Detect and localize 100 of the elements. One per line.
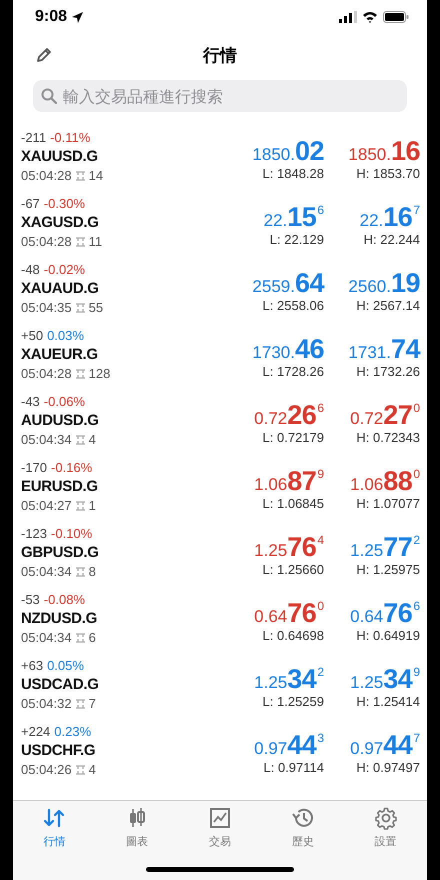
low-price: L: 1.25660 <box>262 562 324 577</box>
quote-time: 05:04:32 <box>21 696 72 711</box>
low-price: L: 22.129 <box>270 232 324 247</box>
change-percent: -0.08% <box>44 592 85 607</box>
spread-icon <box>74 698 86 710</box>
high-price: H: 2567.14 <box>356 298 420 313</box>
symbol-name: XAUAUD.G <box>21 280 100 297</box>
spread-value: 11 <box>88 234 102 249</box>
change-percent: -0.16% <box>51 460 92 475</box>
change-points: +63 <box>21 658 44 673</box>
low-price: L: 0.97114 <box>264 760 324 775</box>
price: 1730.46 <box>252 333 324 362</box>
price: 2559.64 <box>252 267 324 296</box>
tab[interactable]: 圖表 <box>96 807 179 862</box>
change-percent: -0.30% <box>44 196 85 211</box>
quote-time: 05:04:35 <box>21 300 72 315</box>
history-icon <box>292 807 314 830</box>
low-price: L: 0.64698 <box>262 628 324 643</box>
change-points: -211 <box>21 130 46 145</box>
spread-icon <box>74 236 86 248</box>
edit-pencil-icon[interactable] <box>35 46 53 64</box>
change-points: -43 <box>21 394 40 409</box>
change-percent: 0.05% <box>47 658 84 673</box>
symbol-name: AUDUSD.G <box>21 412 100 429</box>
symbol-name: USDCAD.G <box>21 676 100 693</box>
signal-icon <box>339 11 357 23</box>
tab[interactable]: 設置 <box>344 807 427 862</box>
price: 2560.19 <box>348 267 420 296</box>
settings-icon <box>374 807 397 830</box>
high-price: H: 0.72343 <box>356 430 420 445</box>
low-price: L: 1848.28 <box>262 166 324 181</box>
spread-icon <box>74 566 86 578</box>
symbol-name: XAUUSD.G <box>21 148 99 165</box>
spread-value: 128 <box>88 366 110 381</box>
low-price: L: 1.06845 <box>262 496 324 511</box>
high-price: H: 1.07077 <box>356 496 420 511</box>
high-price: H: 1853.70 <box>356 166 420 181</box>
high-price: H: 0.64919 <box>356 628 420 643</box>
spread-value: 14 <box>88 168 104 183</box>
tab[interactable]: 歷史 <box>261 807 344 862</box>
quote-time: 05:04:27 <box>21 498 72 513</box>
change-points: -170 <box>21 460 48 475</box>
change-points: -48 <box>21 262 40 277</box>
low-price: L: 1728.26 <box>262 364 324 379</box>
quote-time: 05:04:34 <box>21 564 72 579</box>
spread-icon <box>74 170 86 182</box>
quote-time: 05:04:28 <box>21 234 72 249</box>
spread-icon <box>74 632 86 644</box>
spread-value: 55 <box>88 300 104 315</box>
spread-icon <box>74 302 86 314</box>
change-points: -67 <box>21 196 40 211</box>
search-field[interactable]: 輸入交易品種進行搜索 <box>33 80 407 112</box>
change-points: -123 <box>21 526 48 541</box>
screen-title: 行情 <box>203 44 237 66</box>
wifi-icon <box>362 11 378 23</box>
quote-row[interactable]: -211 -0.11% XAUUSD.G 05:04:28 14 1850.02 L: 1848.28 1850.16 H: 1853.70 <box>13 130 427 196</box>
spread-value: 1 <box>88 498 96 513</box>
symbol-name: GBPUSD.G <box>21 544 100 561</box>
spread-value: 4 <box>88 432 96 447</box>
change-percent: -0.02% <box>44 262 85 277</box>
symbol-name: USDCHF.G <box>21 742 96 759</box>
symbol-name: EURUSD.G <box>21 478 99 495</box>
spread-icon <box>74 764 86 776</box>
high-price: H: 1.25414 <box>356 694 420 709</box>
low-price: L: 2558.06 <box>262 298 324 313</box>
spread-icon <box>74 500 86 512</box>
high-price: H: 1732.26 <box>356 364 420 379</box>
price: 1850.16 <box>348 135 420 164</box>
low-price: L: 1.25259 <box>262 694 324 709</box>
quote-time: 05:04:28 <box>21 366 72 381</box>
line-chart-icon <box>208 807 231 830</box>
high-price: H: 22.244 <box>364 232 420 247</box>
quote-time: 05:04:28 <box>21 168 72 183</box>
spread-value: 6 <box>88 630 96 645</box>
change-percent: 0.03% <box>47 328 84 343</box>
quote-time: 05:04:34 <box>21 630 72 645</box>
clock: 9:08 <box>35 8 68 26</box>
search-icon <box>41 88 57 104</box>
price: 1850.02 <box>252 135 324 164</box>
change-percent: -0.11% <box>50 130 90 145</box>
change-points: +224 <box>21 724 50 739</box>
tab[interactable]: 行情 <box>13 807 96 862</box>
low-price: L: 0.72179 <box>262 430 324 445</box>
quote-row[interactable]: -48 -0.02% XAUAUD.G 05:04:35 55 2559.64 L: 2558.06 2560.19 H: 2567.14 <box>13 262 427 328</box>
change-percent: -0.10% <box>51 526 92 541</box>
quote-time: 05:04:34 <box>21 432 72 447</box>
battery-icon <box>383 11 409 23</box>
symbol-name: NZDUSD.G <box>21 610 98 627</box>
change-points: -53 <box>21 592 40 607</box>
up-down-arrows-icon <box>43 807 66 830</box>
symbol-name: XAUEUR.G <box>21 346 99 363</box>
spread-value: 8 <box>88 564 96 579</box>
spread-icon <box>74 434 86 446</box>
tab[interactable]: 交易 <box>178 807 262 862</box>
spread-value: 4 <box>88 762 96 777</box>
price: 1731.74 <box>348 333 420 362</box>
spread-icon <box>74 368 86 380</box>
quote-time: 05:04:26 <box>21 762 72 777</box>
quote-row[interactable]: +50 0.03% XAUEUR.G 05:04:28 128 1730.46 L: 1728.26 1731.74 H: 1732.26 <box>13 328 427 394</box>
high-price: H: 1.25975 <box>356 562 420 577</box>
